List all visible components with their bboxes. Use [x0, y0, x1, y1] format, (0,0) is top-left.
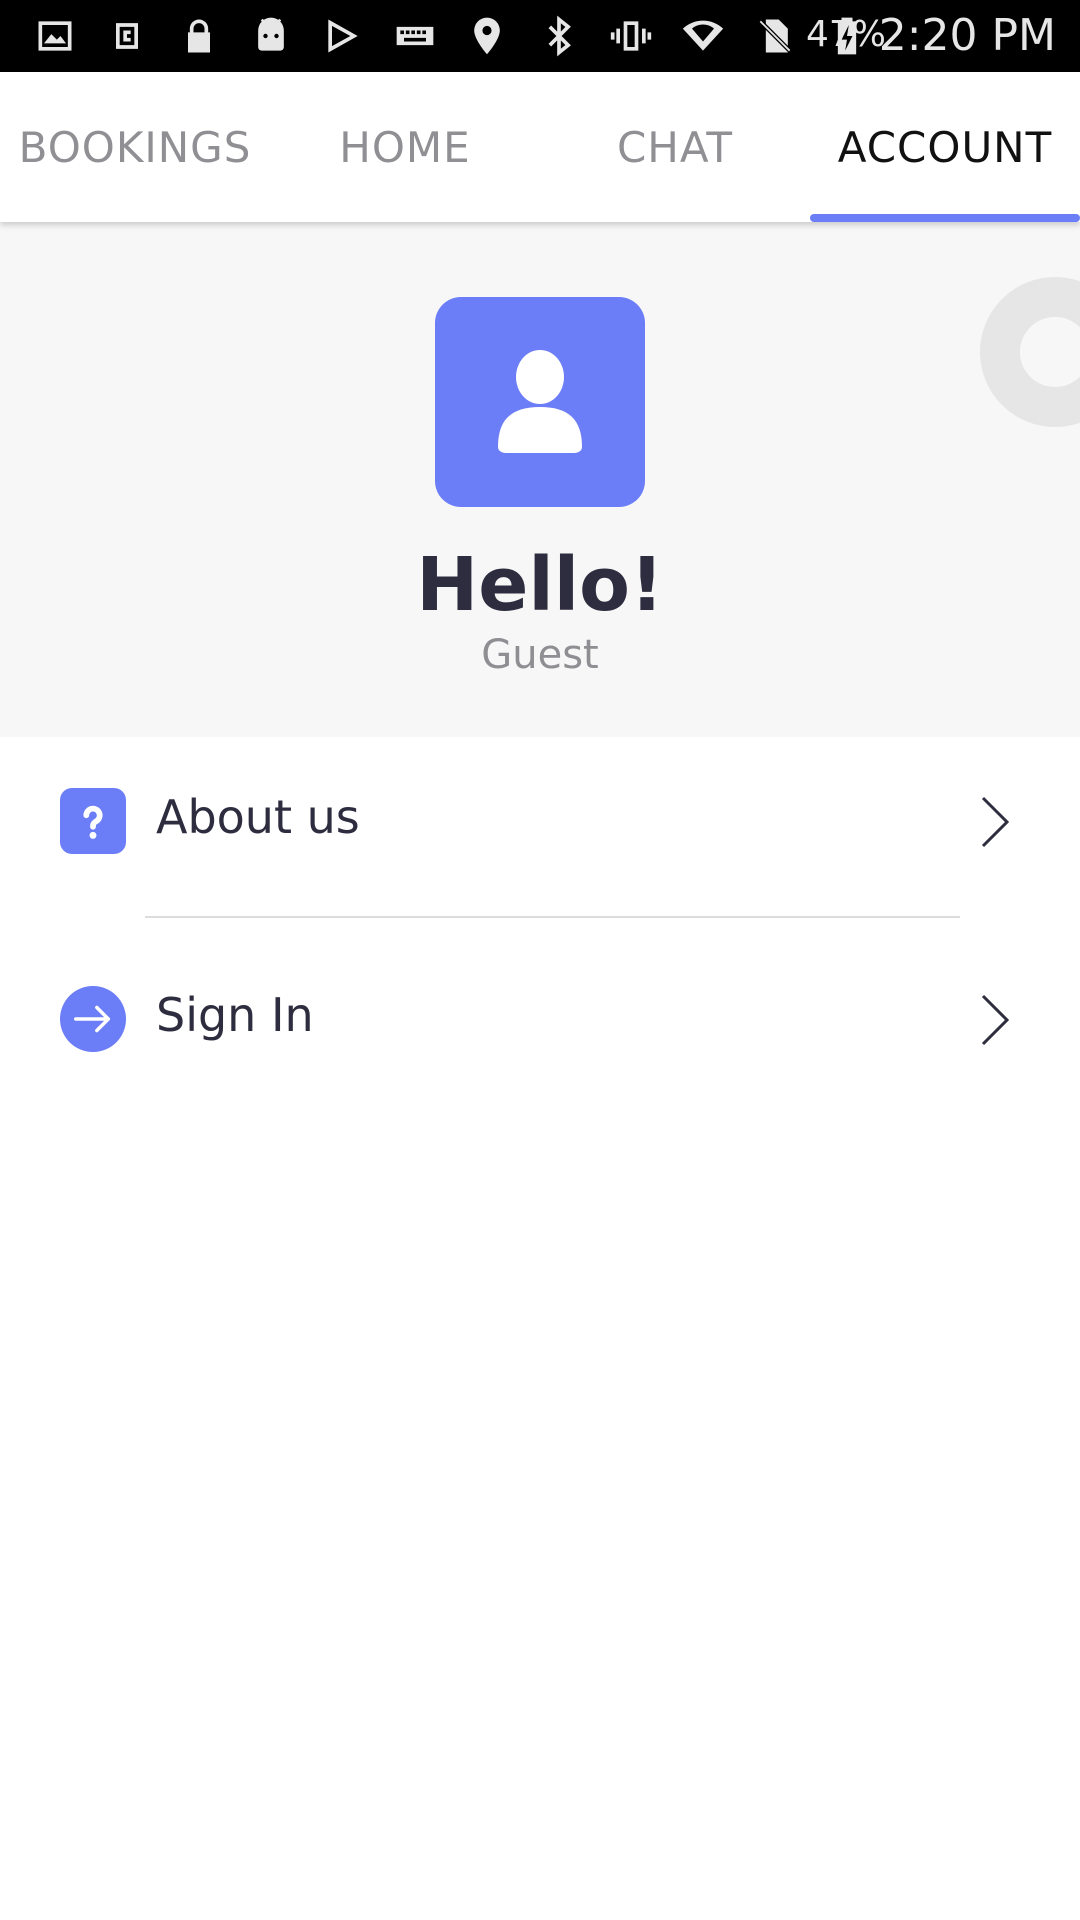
chevron-right-icon — [981, 994, 1010, 1046]
play-store-icon — [318, 11, 368, 61]
tab-bar: BOOKINGS HOME CHAT ACCOUNT — [0, 72, 1080, 222]
divider — [145, 916, 960, 918]
clock: 2:20 PM — [878, 10, 1056, 61]
gallery-icon — [30, 11, 80, 61]
bluetooth-icon — [534, 11, 584, 61]
greeting-title: Hello! — [416, 542, 664, 628]
user-icon — [498, 350, 582, 453]
android-icon — [246, 11, 296, 61]
keyboard-icon — [390, 11, 440, 61]
menu-item-about-us[interactable]: About us — [0, 742, 1080, 892]
wifi-icon — [678, 11, 728, 61]
status-icons — [30, 8, 872, 64]
tab-bookings[interactable]: BOOKINGS — [0, 72, 270, 222]
avatar — [435, 297, 645, 507]
menu-item-label: About us — [156, 790, 360, 844]
profile-header: Hello! Guest — [0, 222, 1080, 737]
status-bar: 47% 2:20 PM — [0, 0, 1080, 72]
user-name: Guest — [481, 632, 599, 678]
screen-icon — [102, 11, 152, 61]
decorative-ring — [980, 277, 1080, 427]
battery-percent: 47% — [806, 14, 887, 55]
tab-home[interactable]: HOME — [270, 72, 540, 222]
tab-account[interactable]: ACCOUNT — [810, 72, 1080, 222]
menu-item-sign-in[interactable]: Sign In — [0, 940, 1080, 1090]
question-icon — [60, 788, 126, 854]
tab-chat[interactable]: CHAT — [540, 72, 810, 222]
arrow-right-icon — [60, 986, 126, 1052]
location-icon — [462, 11, 512, 61]
active-tab-indicator — [810, 214, 1080, 222]
lock-icon — [174, 11, 224, 61]
menu-item-label: Sign In — [156, 988, 314, 1042]
vibrate-icon — [606, 11, 656, 61]
no-sim-icon — [750, 11, 800, 61]
chevron-right-icon — [981, 796, 1010, 848]
